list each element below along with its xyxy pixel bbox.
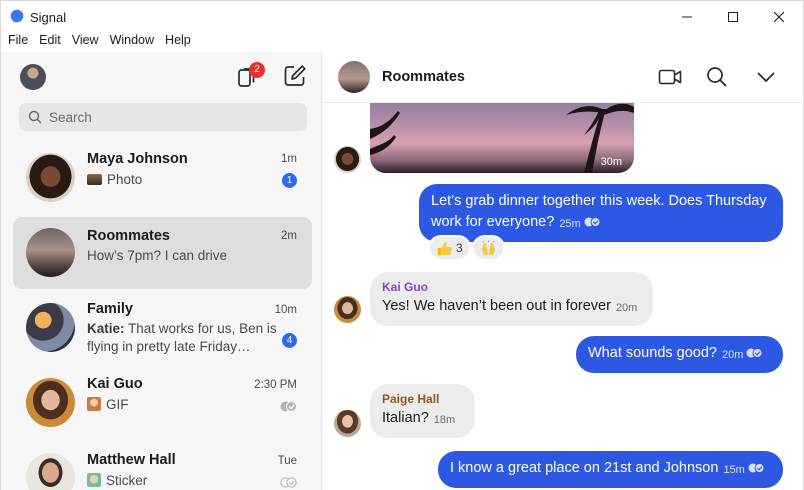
read-receipt-icon xyxy=(746,348,763,358)
message-time: 18m xyxy=(433,414,456,426)
preview-sender: Katie: xyxy=(87,321,125,336)
my-profile-avatar[interactable] xyxy=(20,64,46,90)
thumbs-up-icon xyxy=(438,241,452,255)
minimize-icon xyxy=(682,16,692,18)
window-title: Signal xyxy=(30,10,67,25)
search-box[interactable] xyxy=(19,103,307,131)
message-time: 30m xyxy=(600,156,622,168)
menu-file[interactable]: File xyxy=(8,32,28,52)
conversation-preview: Sticker xyxy=(87,472,147,490)
search-icon xyxy=(28,110,42,124)
avatar xyxy=(26,378,75,427)
conversation-name: Kai Guo xyxy=(87,376,143,392)
conversation-time: 10m xyxy=(274,304,297,316)
sender-avatar[interactable] xyxy=(334,296,361,323)
conversation-time: Tue xyxy=(277,455,297,467)
conversation-name: Maya Johnson xyxy=(87,151,188,167)
chevron-down-icon[interactable] xyxy=(753,64,779,90)
message-text: What sounds good? xyxy=(588,345,717,361)
message-timeline: 30m Let’s grab dinner together this week… xyxy=(322,103,804,490)
conversation-item-matthew-hall[interactable]: Matthew Hall Tue Sticker xyxy=(13,442,312,490)
avatar xyxy=(26,303,75,352)
outgoing-message[interactable]: I know a great place on 21st and Johnson… xyxy=(438,451,783,488)
conversation-name: Roommates xyxy=(87,228,170,244)
message-time: 25m xyxy=(559,218,581,230)
maximize-button[interactable] xyxy=(710,1,756,33)
message-time: 20m xyxy=(721,349,744,361)
conversation-name: Matthew Hall xyxy=(87,452,176,468)
conversation-item-roommates[interactable]: Roommates 2m How’s 7pm? I can drive xyxy=(13,217,312,289)
conversation-item-kai-guo[interactable]: Kai Guo 2:30 PM GIF xyxy=(13,367,312,439)
sender-avatar[interactable] xyxy=(334,410,361,437)
reaction-thumbs-up[interactable]: 3 xyxy=(428,235,471,261)
conversation-preview: Photo xyxy=(87,171,142,189)
photo-thumbnail-icon xyxy=(87,174,102,185)
message-time: 20m xyxy=(615,302,638,314)
message-time: 15m xyxy=(723,464,745,476)
sender-name: Kai Guo xyxy=(382,280,429,294)
gif-thumbnail-icon xyxy=(87,397,101,411)
raising-hands-icon xyxy=(481,240,495,255)
unread-count-badge: 1 xyxy=(282,173,297,188)
conversation-name: Family xyxy=(87,301,133,317)
compose-icon[interactable] xyxy=(283,64,307,88)
delivered-receipt-icon xyxy=(280,477,297,488)
message-text: I know a great place on 21st and Johnson xyxy=(450,460,719,476)
preview-text: Sticker xyxy=(106,473,148,488)
conversation-preview: Katie: That works for us, Ben is flying … xyxy=(87,320,277,356)
conversation-preview: GIF xyxy=(87,396,129,414)
conversation-sidebar: 2 Maya Johnson 1m Photo 1 Roommates 2m H… xyxy=(0,52,322,490)
chat-header: Roommates xyxy=(322,52,804,103)
sticker-thumbnail-icon xyxy=(87,473,101,487)
search-input[interactable] xyxy=(49,103,299,131)
minimize-button[interactable] xyxy=(664,1,710,33)
message-text: Yes! We haven’t been out in forever xyxy=(382,298,611,314)
conversation-title[interactable]: Roommates xyxy=(382,69,465,85)
video-call-icon[interactable] xyxy=(657,64,683,90)
menu-edit[interactable]: Edit xyxy=(39,32,61,52)
message-reactions: 3 xyxy=(428,235,506,261)
palm-tree-photo xyxy=(370,103,634,173)
incoming-message[interactable]: Kai Guo Yes! We haven’t been out in fore… xyxy=(370,272,653,326)
sender-name: Paige Hall xyxy=(382,392,440,406)
menu-view[interactable]: View xyxy=(72,32,99,52)
maximize-icon xyxy=(728,12,738,22)
image-attachment[interactable]: 30m xyxy=(370,103,634,173)
menu-help[interactable]: Help xyxy=(165,32,191,52)
outgoing-message[interactable]: What sounds good? 20m xyxy=(576,336,783,373)
unread-count-badge: 4 xyxy=(282,333,297,348)
search-icon[interactable] xyxy=(704,64,730,90)
menu-window[interactable]: Window xyxy=(110,32,154,52)
conversation-item-maya-johnson[interactable]: Maya Johnson 1m Photo 1 xyxy=(13,142,312,214)
avatar xyxy=(26,228,75,277)
preview-text: GIF xyxy=(106,397,129,412)
conversation-item-family[interactable]: Family 10m Katie: That works for us, Ben… xyxy=(13,292,312,364)
conversation-time: 2:30 PM xyxy=(254,379,297,391)
message-text: Italian? xyxy=(382,410,429,426)
stories-count-badge: 2 xyxy=(249,62,265,78)
conversation-avatar[interactable] xyxy=(338,61,370,93)
read-receipt-icon xyxy=(280,401,297,412)
read-receipt-icon xyxy=(748,463,765,473)
menu-bar: File Edit View Window Help xyxy=(0,32,804,52)
reaction-count: 3 xyxy=(456,241,463,255)
window-titlebar: Signal xyxy=(0,0,804,32)
avatar xyxy=(26,453,75,490)
close-window-button[interactable] xyxy=(756,1,802,33)
read-receipt-icon xyxy=(584,217,601,227)
preview-text: Photo xyxy=(107,172,143,187)
signal-logo-icon xyxy=(10,9,24,23)
sender-avatar[interactable] xyxy=(334,146,361,173)
incoming-message[interactable]: Paige Hall Italian? 18m xyxy=(370,384,475,438)
outgoing-message[interactable]: Let’s grab dinner together this week. Do… xyxy=(419,184,783,242)
reaction-raising-hands[interactable] xyxy=(471,235,505,261)
conversation-time: 2m xyxy=(281,230,297,242)
conversation-preview: How’s 7pm? I can drive xyxy=(87,248,228,263)
avatar xyxy=(26,153,75,202)
conversation-time: 1m xyxy=(281,153,297,165)
close-icon xyxy=(774,12,784,22)
